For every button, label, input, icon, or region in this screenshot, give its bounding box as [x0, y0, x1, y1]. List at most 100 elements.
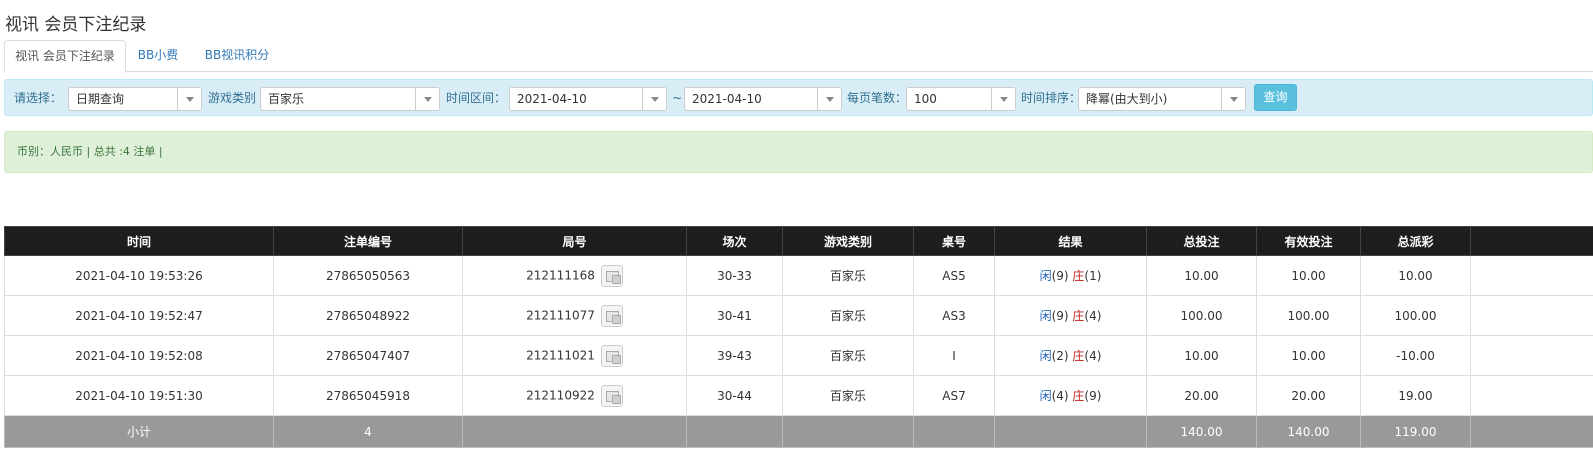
chevron-down-icon — [415, 88, 439, 110]
sort-order-select[interactable]: 降幂(由大到小) — [1078, 87, 1246, 111]
date-from-value: 2021-04-10 — [517, 92, 587, 106]
tab-member-bet-records[interactable]: 视讯 会员下注纪录 — [4, 40, 126, 73]
cell-game: 百家乐 — [782, 335, 914, 376]
subtotal-empty — [994, 415, 1147, 448]
query-type-select[interactable]: 日期查询 — [68, 87, 202, 111]
cell-total-bet[interactable]: 10.00 — [1146, 255, 1257, 296]
player-value: (4) — [1051, 389, 1069, 403]
cell-result: 闲(9) 庄(1) — [994, 255, 1147, 296]
cell-bet-id: 27865047407 — [273, 335, 463, 376]
round-detail-icon[interactable] — [600, 264, 623, 287]
table-row: 2021-04-10 19:52:47 27865048922 21211107… — [4, 295, 1593, 336]
cell-payout: -10.00 — [1360, 335, 1471, 376]
col-header-result[interactable]: 结果 — [994, 226, 1147, 256]
round-number: 212110922 — [526, 388, 595, 402]
subtotal-row: 小计 4 140.00 140.00 119.00 — [4, 415, 1593, 448]
col-header-extra — [1470, 226, 1593, 256]
cell-round: 212111168 — [462, 255, 687, 296]
subtotal-count: 4 — [273, 415, 463, 448]
col-header-table-no[interactable]: 桌号 — [913, 226, 995, 256]
query-button[interactable]: 查询 — [1254, 84, 1297, 111]
banker-label: 庄 — [1072, 269, 1085, 283]
sort-label: 时间排序： — [1021, 91, 1082, 105]
subtotal-valid-bet: 140.00 — [1256, 415, 1361, 448]
table-row: 2021-04-10 19:51:30 27865045918 21211092… — [4, 375, 1593, 416]
game-type-select[interactable]: 百家乐 — [260, 87, 440, 111]
chevron-down-icon — [1221, 88, 1245, 110]
col-header-session[interactable]: 场次 — [686, 226, 783, 256]
cell-total-bet[interactable]: 10.00 — [1146, 335, 1257, 376]
cell-table-no: AS7 — [913, 375, 995, 416]
round-number: 212111021 — [526, 348, 595, 362]
cell-game: 百家乐 — [782, 255, 914, 296]
col-header-bet-id[interactable]: 注单编号 — [273, 226, 463, 256]
player-value: (9) — [1051, 309, 1069, 323]
subtotal-total-bet: 140.00 — [1146, 415, 1257, 448]
round-number: 212111168 — [526, 268, 595, 282]
cell-extra — [1470, 295, 1593, 336]
time-range-label: 时间区间： — [446, 91, 507, 105]
round-detail-icon[interactable] — [600, 304, 623, 327]
cell-total-bet[interactable]: 20.00 — [1146, 375, 1257, 416]
col-header-round[interactable]: 局号 — [462, 226, 687, 256]
cell-total-bet[interactable]: 100.00 — [1146, 295, 1257, 336]
round-detail-icon[interactable] — [600, 344, 623, 367]
col-header-game-type[interactable]: 游戏类别 — [782, 226, 914, 256]
player-label: 闲 — [1039, 309, 1052, 323]
cell-round: 212111021 — [462, 335, 687, 376]
subtotal-empty — [462, 415, 687, 448]
date-from-input[interactable]: 2021-04-10 — [509, 87, 667, 111]
cell-time: 2021-04-10 19:52:08 — [4, 335, 274, 376]
col-header-total-bet[interactable]: 总投注 — [1146, 226, 1257, 256]
tab-bar: 视讯 会员下注纪录 BB小费 BB视讯积分 — [4, 40, 1593, 73]
page-title: 视讯 会员下注纪录 — [5, 15, 147, 35]
chevron-down-icon — [642, 88, 666, 110]
cell-bet-id: 27865050563 — [273, 255, 463, 296]
col-header-valid-bet[interactable]: 有效投注 — [1256, 226, 1361, 256]
table-row: 2021-04-10 19:53:26 27865050563 21211116… — [4, 255, 1593, 296]
chevron-down-icon — [177, 88, 201, 110]
banker-value: (1) — [1084, 269, 1102, 283]
tab-bb-tips[interactable]: BB小费 — [130, 40, 186, 72]
cell-result: 闲(9) 庄(4) — [994, 295, 1147, 336]
cell-extra — [1470, 255, 1593, 296]
tab-bb-live-points[interactable]: BB视讯积分 — [194, 40, 280, 72]
cell-payout: 19.00 — [1360, 375, 1471, 416]
cell-session: 30-44 — [686, 375, 783, 416]
per-page-value: 100 — [914, 92, 937, 106]
banker-label: 庄 — [1072, 349, 1085, 363]
banker-value: (9) — [1084, 389, 1102, 403]
table-header-row: 时间 注单编号 局号 场次 游戏类别 桌号 结果 总投注 有效投注 总派彩 — [4, 226, 1593, 256]
cell-bet-id: 27865048922 — [273, 295, 463, 336]
cell-valid-bet: 10.00 — [1256, 335, 1361, 376]
sort-order-value: 降幂(由大到小) — [1086, 92, 1168, 106]
cell-game: 百家乐 — [782, 375, 914, 416]
player-label: 闲 — [1039, 389, 1052, 403]
per-page-select[interactable]: 100 — [906, 87, 1016, 111]
round-number: 212111077 — [526, 308, 595, 322]
cell-session: 30-41 — [686, 295, 783, 336]
cell-valid-bet: 10.00 — [1256, 255, 1361, 296]
banker-value: (4) — [1084, 349, 1102, 363]
round-detail-icon[interactable] — [600, 384, 623, 407]
subtotal-label: 小计 — [4, 415, 274, 448]
subtotal-empty — [686, 415, 783, 448]
banker-value: (4) — [1084, 309, 1102, 323]
cell-time: 2021-04-10 19:53:26 — [4, 255, 274, 296]
subtotal-empty — [782, 415, 914, 448]
summary-bar: 币别：人民币 | 总共 :4 注单 | — [4, 131, 1593, 173]
player-label: 闲 — [1039, 269, 1052, 283]
date-to-input[interactable]: 2021-04-10 — [684, 87, 842, 111]
cell-session: 30-33 — [686, 255, 783, 296]
game-type-label: 游戏类别 — [208, 91, 257, 105]
cell-round: 212111077 — [462, 295, 687, 336]
player-value: (9) — [1051, 269, 1069, 283]
col-header-payout[interactable]: 总派彩 — [1360, 226, 1471, 256]
banker-label: 庄 — [1072, 309, 1085, 323]
cell-valid-bet: 20.00 — [1256, 375, 1361, 416]
subtotal-empty — [1470, 415, 1593, 448]
subtotal-empty — [913, 415, 995, 448]
cell-result: 闲(2) 庄(4) — [994, 335, 1147, 376]
cell-extra — [1470, 335, 1593, 376]
col-header-time[interactable]: 时间 — [4, 226, 274, 256]
